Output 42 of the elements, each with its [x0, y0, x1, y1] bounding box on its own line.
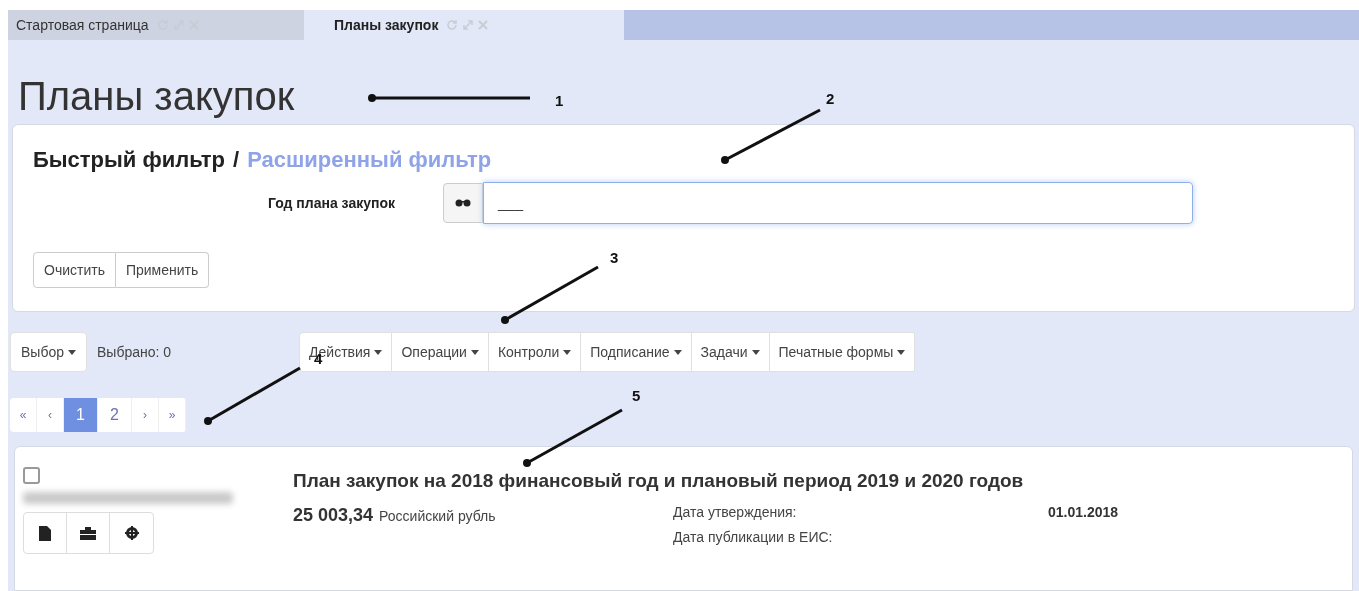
tab[interactable]: Стартовая страница — [8, 10, 304, 40]
caret-icon — [563, 349, 572, 355]
page-button[interactable]: › — [132, 398, 159, 432]
page-button[interactable]: » — [159, 398, 186, 432]
field-label: Дата утверждения: — [673, 502, 798, 522]
separator: / — [233, 146, 240, 174]
page-title: Планы закупок — [17, 74, 296, 118]
currency: Российский рубль — [379, 506, 496, 526]
amount: 25 003,34 — [293, 503, 374, 527]
callout-number: 5 — [632, 386, 641, 406]
refresh-icon[interactable] — [446, 19, 459, 31]
callout-number: 1 — [555, 91, 564, 111]
filter-heading: Быстрый фильтр — [33, 146, 226, 174]
menu-button[interactable]: Задачи — [691, 332, 770, 372]
checkbox[interactable] — [23, 467, 40, 484]
menu-button[interactable]: Подписание — [581, 332, 692, 372]
record-title: План закупок на 2018 финансовый год и плановый период 2019 и 2020 годов — [293, 469, 1025, 493]
caret-icon — [374, 349, 383, 355]
selected-count: Выбрано: 0 — [97, 342, 172, 362]
caret-icon — [673, 349, 682, 355]
filter-button[interactable]: Очистить — [33, 252, 116, 288]
page-button[interactable]: 2 — [98, 398, 132, 432]
field-label: Год плана закупок — [266, 193, 396, 213]
caret-icon — [751, 349, 760, 355]
select-button[interactable]: Выбор — [10, 332, 87, 372]
glasses-icon — [443, 183, 483, 223]
year-input[interactable]: ___ — [483, 182, 1193, 224]
callout-number: 3 — [610, 248, 619, 268]
expand-icon[interactable] — [462, 19, 475, 31]
menu-button[interactable]: Контроли — [488, 332, 582, 372]
page-button[interactable]: « — [10, 398, 37, 432]
close-icon[interactable] — [478, 20, 489, 30]
menu-button[interactable]: Печатные формы — [769, 332, 916, 372]
field-value: 01.01.2018 — [1048, 502, 1119, 522]
tab[interactable]: Планы закупок — [304, 10, 624, 40]
caret-icon — [470, 349, 479, 355]
caret-icon — [897, 349, 906, 355]
callout-number: 2 — [826, 89, 835, 109]
menu-button[interactable]: Операции — [392, 332, 489, 372]
caret-icon — [68, 349, 76, 355]
filter-button[interactable]: Применить — [115, 252, 210, 288]
field-label: Дата публикации в ЕИС: — [673, 527, 834, 547]
